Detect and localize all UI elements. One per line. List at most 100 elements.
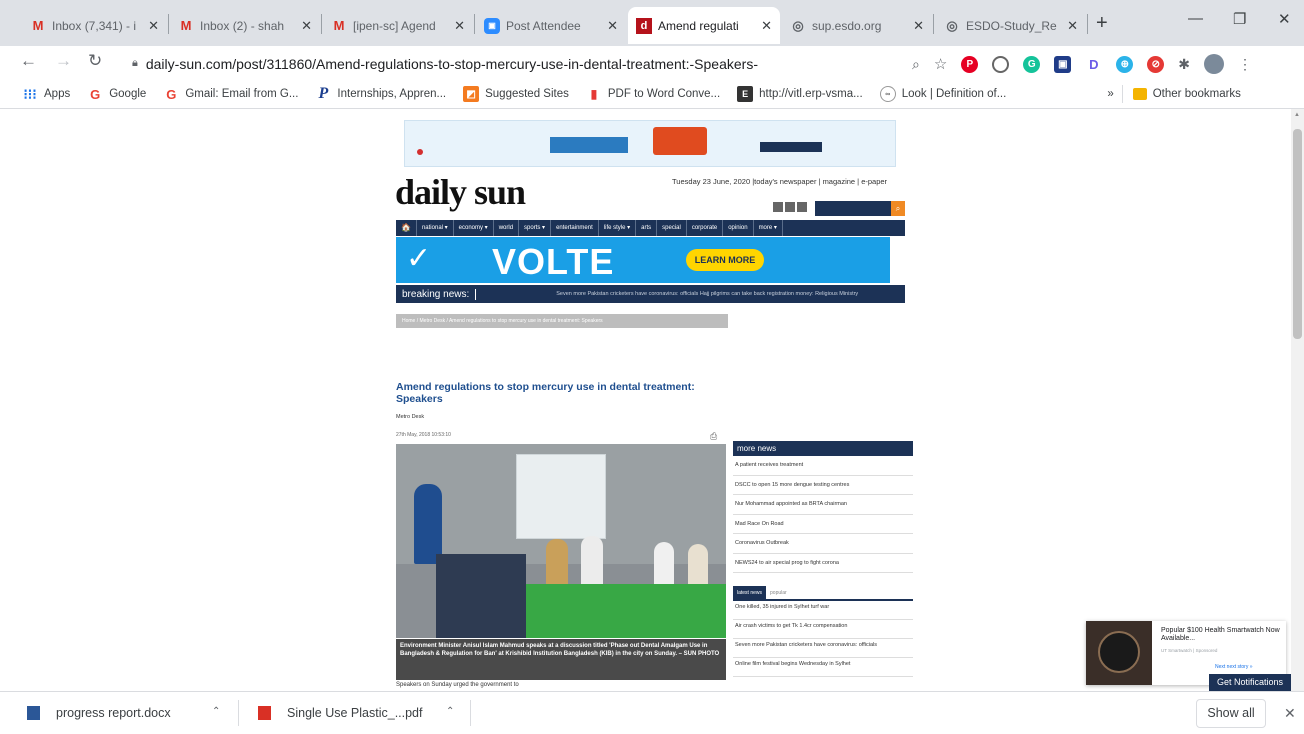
scrollbar-thumb[interactable] — [1293, 129, 1302, 339]
scroll-up-icon[interactable]: ▲ — [1294, 112, 1300, 118]
bookmark-label: Suggested Sites — [485, 88, 569, 100]
blue-extension-icon[interactable]: ⊕ — [1116, 55, 1134, 73]
suggested-icon: ◩ — [463, 86, 480, 102]
image-extension-icon[interactable]: ▣ — [1054, 55, 1072, 73]
tab-latest-news[interactable]: latest news — [733, 586, 767, 600]
nav-item-sports[interactable]: sports ▾ — [519, 220, 552, 236]
nav-item-entertainment[interactable]: entertainment — [551, 220, 599, 236]
circle-extension-icon[interactable] — [992, 55, 1010, 73]
nav-item-corporate[interactable]: corporate — [687, 220, 724, 236]
profile-avatar-icon[interactable] — [1204, 54, 1225, 74]
bookmark-look[interactable]: ∞ Look | Definition of... — [879, 86, 1006, 102]
close-window-button[interactable]: ✕ — [1278, 10, 1291, 28]
puzzle-extensions-icon[interactable]: ✱ — [1178, 56, 1190, 73]
tab-sup-esdo[interactable]: ◎ sup.esdo.org ✕ — [782, 7, 932, 44]
popup-title[interactable]: Popular $100 Health Smartwatch Now Avail… — [1161, 627, 1281, 643]
breaking-news-text[interactable]: Seven more Pakistan cricketers have coro… — [556, 291, 858, 297]
grammarly-icon[interactable]: G — [1023, 55, 1041, 73]
site-nav-menu: 🏠 national ▾ economy ▾ world sports ▾ en… — [396, 220, 905, 236]
site-search-input[interactable] — [815, 201, 891, 216]
restore-button[interactable]: ❐ — [1233, 10, 1246, 28]
volte-ad-banner[interactable]: ✓ VOLTE LEARN MORE — [396, 237, 890, 283]
back-button[interactable]: ← — [20, 51, 37, 71]
learn-more-button[interactable]: LEARN MORE — [686, 249, 764, 271]
site-search-icon[interactable]: ⌕ — [891, 201, 905, 216]
tab-inbox-2[interactable]: M Inbox (2) - shah ✕ — [170, 7, 320, 44]
popup-next-link[interactable]: Next next story » — [1215, 664, 1253, 670]
tab-amend-regulations[interactable]: d Amend regulati ✕ — [628, 7, 780, 44]
zoom-search-icon[interactable]: ⌕ — [912, 56, 920, 73]
bookmark-apps[interactable]: ⁝⁝⁝ Apps — [22, 86, 70, 102]
nav-item-economy[interactable]: economy ▾ — [454, 220, 494, 236]
stop-extension-icon[interactable]: ⊘ — [1147, 55, 1165, 73]
download-item-pdf[interactable]: Single Use Plastic_...pdf — [258, 692, 423, 734]
zoom-icon: ▣ — [484, 17, 500, 34]
minimize-button[interactable]: — — [1188, 10, 1203, 27]
nav-item-world[interactable]: world — [494, 220, 520, 236]
tab-agenda[interactable]: M [ipen-sc] Agend ✕ — [323, 7, 473, 44]
chevron-up-icon[interactable]: ⌃ — [446, 706, 454, 717]
bookmark-star-icon[interactable]: ☆ — [934, 55, 947, 73]
close-tab-icon[interactable]: ✕ — [454, 18, 465, 34]
tab-post-attendee[interactable]: ▣ Post Attendee ✕ — [476, 7, 626, 44]
top-ad-banner[interactable] — [404, 120, 896, 167]
photo-caption: Environment Minister Anisul Islam Mahmud… — [396, 639, 726, 680]
nav-item-national[interactable]: national ▾ — [417, 220, 454, 236]
globe-icon: ◎ — [792, 17, 804, 33]
pdf-icon: ▮ — [590, 87, 598, 101]
chevron-up-icon[interactable]: ⌃ — [212, 706, 220, 717]
nav-item-special[interactable]: special — [657, 220, 687, 236]
nav-item-arts[interactable]: arts — [636, 220, 658, 236]
new-tab-button[interactable]: + — [1096, 12, 1108, 35]
reload-button[interactable]: ↻ — [88, 51, 102, 71]
more-news-item[interactable]: Coronavirus Outbreak — [733, 534, 913, 554]
bookmark-google[interactable]: G Google — [87, 86, 146, 102]
more-news-item[interactable]: NEWS24 to air special prog to fight coro… — [733, 554, 913, 573]
bookmarks-overflow[interactable]: » — [1107, 88, 1113, 100]
d-extension-icon[interactable]: D — [1085, 55, 1103, 73]
menu-kebab-icon[interactable]: ⋮ — [1238, 56, 1252, 73]
close-tab-icon[interactable]: ✕ — [607, 18, 618, 34]
address-bar[interactable]: 🔒︎ daily-sun.com/post/311860/Amend-regul… — [120, 50, 905, 77]
bookmark-suggested-sites[interactable]: ◩ Suggested Sites — [463, 86, 569, 102]
more-news-item[interactable]: Mad Race On Road — [733, 515, 913, 534]
close-tab-icon[interactable]: ✕ — [913, 18, 924, 34]
nav-item-lifestyle[interactable]: life style ▾ — [599, 220, 637, 236]
nav-item-opinion[interactable]: opinion — [723, 220, 754, 236]
more-news-item[interactable]: DSCC to open 15 more dengue testing cent… — [733, 476, 913, 495]
latest-news-item[interactable]: Seven more Pakistan cricketers have coro… — [733, 639, 913, 658]
download-item-docx[interactable]: progress report.docx — [27, 692, 171, 734]
forward-button[interactable]: → — [55, 51, 72, 71]
more-news-item[interactable]: A patient receives treatment — [733, 456, 913, 476]
google-icon: G — [90, 86, 101, 102]
close-tab-icon[interactable]: ✕ — [761, 18, 772, 34]
latest-news-item[interactable]: One killed, 35 injured in Sylhet turf wa… — [733, 601, 913, 620]
latest-news-item[interactable]: Online film festival begins Wednesday in… — [733, 658, 913, 677]
pinterest-icon[interactable]: P — [961, 55, 979, 73]
breadcrumb[interactable]: Home / Metro Desk / Amend regulations to… — [396, 314, 728, 328]
bookmark-vitl[interactable]: E http://vitl.erp-vsma... — [737, 86, 863, 102]
tab-esdo-study[interactable]: ◎ ESDO-Study_Re ✕ — [936, 7, 1086, 44]
tab-inbox-1[interactable]: M Inbox (7,341) - i ✕ — [22, 7, 167, 44]
page-scrollbar[interactable]: ▲ — [1291, 109, 1304, 691]
close-tab-icon[interactable]: ✕ — [1067, 18, 1078, 34]
bookmark-internships[interactable]: P Internships, Appren... — [315, 85, 447, 102]
close-download-shelf-icon[interactable]: ✕ — [1284, 705, 1296, 722]
facebook-icon[interactable] — [773, 202, 783, 212]
more-news-item[interactable]: Nur Mohammad appointed as BRTA chairman — [733, 495, 913, 515]
bookmark-pdf-to-word[interactable]: ▮ PDF to Word Conve... — [586, 86, 721, 102]
nav-home-icon[interactable]: 🏠 — [396, 220, 417, 236]
close-tab-icon[interactable]: ✕ — [148, 18, 159, 34]
tab-popular[interactable]: popular — [766, 586, 791, 600]
latest-news-item[interactable]: Air crash victims to get Tk 1.4cr compen… — [733, 620, 913, 639]
get-notifications-button[interactable]: Get Notifications — [1209, 674, 1293, 691]
twitter-icon[interactable] — [785, 202, 795, 212]
nav-item-more[interactable]: more ▾ — [754, 220, 783, 236]
print-icon[interactable]: ⎙ — [710, 431, 717, 442]
other-bookmarks[interactable]: Other bookmarks — [1132, 88, 1241, 100]
googleplus-icon[interactable] — [797, 202, 807, 212]
show-all-downloads-button[interactable]: Show all — [1196, 699, 1266, 728]
close-tab-icon[interactable]: ✕ — [301, 18, 312, 34]
bookmark-gmail[interactable]: G Gmail: Email from G... — [163, 86, 298, 102]
site-logo[interactable]: daily sun — [395, 171, 526, 213]
